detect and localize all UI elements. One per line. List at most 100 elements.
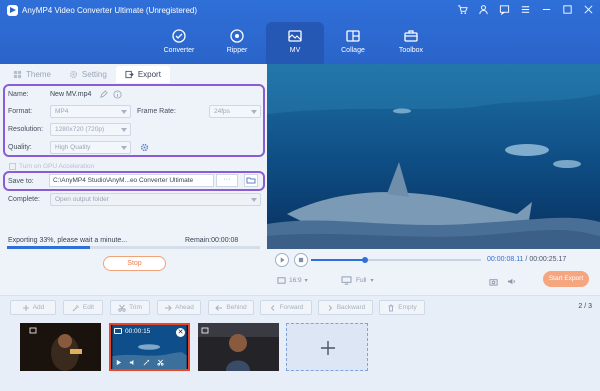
scissors-icon[interactable] [157,359,164,366]
export-panel: Theme Setting Export Name: New MV.mp4 Fo… [0,64,267,295]
profile-icon[interactable] [478,4,489,15]
start-export-button[interactable]: Start Export [543,271,589,287]
play-button[interactable] [275,253,289,267]
behind-icon [215,304,223,311]
current-time: 00:00:08.11 [487,256,524,263]
minimize-icon[interactable] [541,4,552,15]
quality-select[interactable]: High Quality [50,141,131,154]
gpu-acceleration-checkbox[interactable]: Turn on GPU Acceleration [9,163,94,170]
menu-icon[interactable] [520,4,531,15]
snapshot-icon[interactable] [489,277,498,286]
empty-button[interactable]: Empty [379,300,425,315]
name-value[interactable]: New MV.mp4 [50,91,91,98]
toolbox-icon [404,30,418,42]
chevron-down-icon [121,146,127,150]
tab-collage[interactable]: Collage [324,22,382,64]
format-select[interactable]: MP4 [50,105,131,118]
chevron-down-icon [121,128,127,132]
seek-handle[interactable] [362,257,369,263]
add-button[interactable]: Add [10,300,56,315]
top-bar: AnyMP4 Video Converter Ultimate (Unregis… [0,0,600,64]
clip-tools [115,359,164,366]
video-preview [267,64,600,249]
zoom-value: Full [356,277,367,284]
tab-toolbox[interactable]: Toolbox [382,22,440,64]
open-folder-icon[interactable] [244,174,258,187]
resolution-select[interactable]: 1280x720 (720p) [50,123,131,136]
format-value: MP4 [55,108,69,115]
empty-label: Empty [398,304,417,311]
magic-wand-icon[interactable] [143,359,150,366]
ahead-button[interactable]: Ahead [157,300,201,315]
edit-name-icon[interactable] [99,90,108,99]
window-controls [457,4,594,16]
behind-button[interactable]: Behind [208,300,254,315]
converter-icon [172,29,186,43]
play-icon[interactable] [115,359,122,366]
tab-converter[interactable]: Converter [150,22,208,64]
tab-mv[interactable]: MV [266,22,324,64]
ripper-icon [230,29,244,43]
aspect-ratio-value: 16:9 [289,277,302,284]
title-bar: AnyMP4 Video Converter Ultimate (Unregis… [0,0,600,22]
gear-icon[interactable] [140,143,149,152]
browse-more-button[interactable]: ··· [216,174,238,187]
play-icon [280,257,285,263]
tab-export[interactable]: Export [115,66,170,83]
chevron-right-icon [328,304,332,311]
tab-collage-label: Collage [341,47,365,54]
tab-ripper[interactable]: Ripper [208,22,266,64]
quality-label: Quality: [8,144,32,151]
framerate-select[interactable]: 24fps [209,105,261,118]
stop-playback-button[interactable] [294,253,308,267]
close-icon[interactable] [583,4,594,15]
tab-theme[interactable]: Theme [4,66,60,83]
volume-icon[interactable] [129,359,136,366]
page-count: 2 / 3 [578,303,592,310]
chevron-down-icon [121,110,127,114]
chevron-down-icon: ▾ [370,278,374,284]
info-icon[interactable] [113,90,122,99]
saveto-path-input[interactable]: C:\AnyMP4 Studio\AnyM...eo Converter Ult… [49,174,214,187]
forward-button[interactable]: Forward [260,300,312,315]
plus-icon [321,341,335,355]
volume-icon[interactable] [507,277,516,286]
stop-button[interactable]: Stop [103,256,166,271]
seek-bar[interactable] [311,257,481,263]
video-badge-icon [114,328,122,334]
checkbox-icon [9,163,16,170]
aspect-ratio-select[interactable]: 16:9 ▾ [277,276,308,285]
behind-label: Behind [226,304,247,311]
name-label: Name: [8,91,29,98]
magic-wand-icon [72,304,79,311]
clip-duration: 00:00:15 [125,328,151,335]
clip-thumbnail-1[interactable] [20,323,101,371]
trim-button[interactable]: Trim [110,300,150,315]
tab-setting-label: Setting [81,70,107,79]
resolution-value: 1280x720 (720p) [55,126,105,133]
complete-select[interactable]: Open output folder [50,193,261,206]
quality-value: High Quality [55,144,91,151]
format-label: Format: [8,108,33,115]
collage-icon [346,30,360,42]
feedback-icon[interactable] [499,4,510,16]
add-clip-button[interactable] [286,323,368,371]
maximize-icon[interactable] [562,4,573,15]
backward-button[interactable]: Backward [318,300,373,315]
clip-thumbnail-3[interactable] [198,323,279,371]
export-icon [125,70,134,79]
cart-icon[interactable] [457,4,468,15]
backward-label: Backward [336,304,366,311]
edit-button[interactable]: Edit [63,300,103,315]
ahead-label: Ahead [175,304,194,311]
clip-thumbnail-2[interactable]: 00:00:15 ✕ [109,323,190,371]
tab-export-label: Export [137,70,161,79]
saveto-label: Save to: [8,178,34,185]
stop-icon [298,257,304,263]
tab-setting[interactable]: Setting [60,66,116,83]
framerate-label: Frame Rate: [137,108,176,115]
close-icon[interactable]: ✕ [176,328,185,337]
zoom-select[interactable]: Full ▾ [341,276,374,285]
chevron-left-icon [270,304,274,311]
gpu-label: Turn on GPU Acceleration [19,163,95,170]
